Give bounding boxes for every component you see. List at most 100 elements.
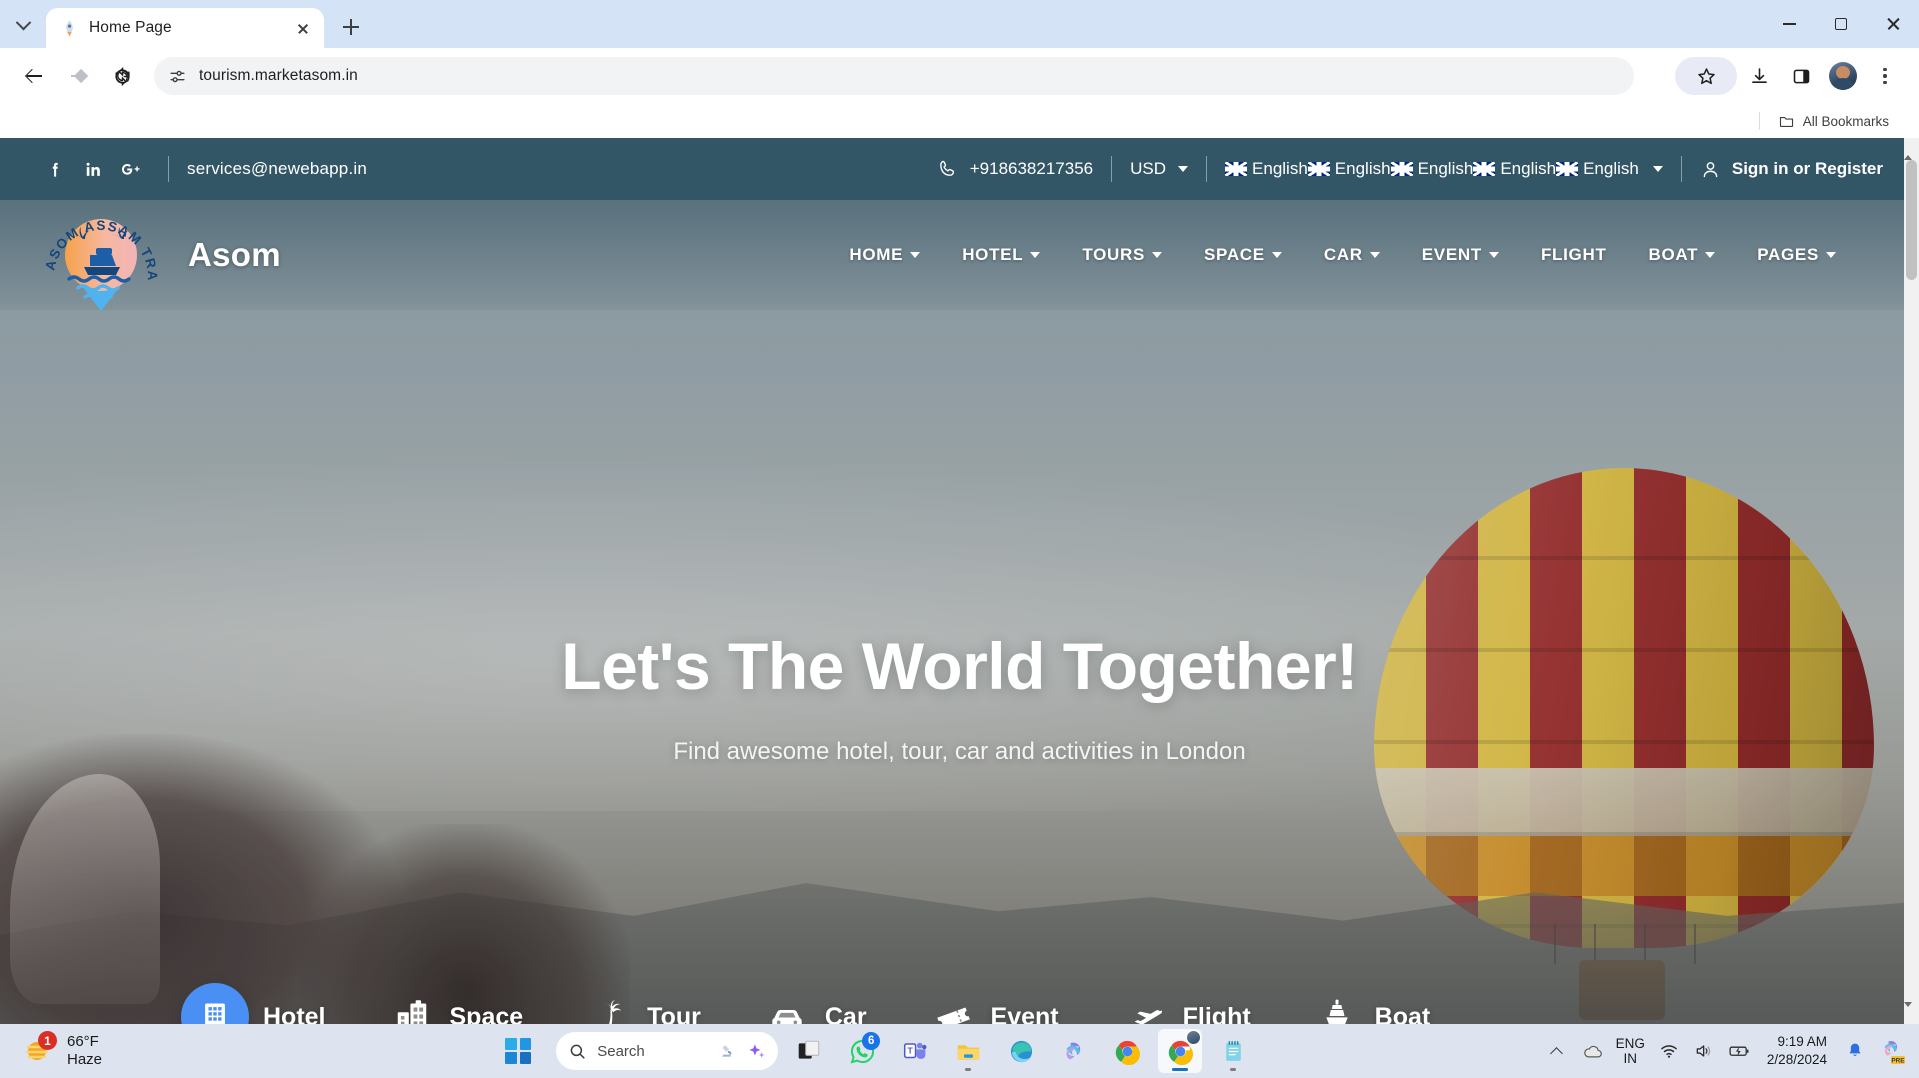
forward-button[interactable] — [58, 56, 98, 96]
reload-button[interactable] — [102, 56, 142, 96]
category-tab-space[interactable]: Space — [390, 995, 588, 1024]
avatar-icon — [1829, 62, 1857, 90]
bell-icon[interactable] — [1844, 1040, 1866, 1062]
windows-taskbar: 1 66°F Haze Search 6 T ENG IN 9:19 AM 2/… — [0, 1024, 1919, 1078]
scrollbar-thumb[interactable] — [1906, 160, 1917, 280]
palm-tree-icon — [587, 995, 631, 1024]
chevron-down-icon — [1904, 1002, 1912, 1024]
browser-tab[interactable]: Home Page — [46, 8, 324, 48]
scroll-up-button[interactable] — [1904, 138, 1919, 160]
windows-start-icon[interactable] — [505, 1038, 532, 1064]
tab-title: Home Page — [89, 19, 172, 36]
scroll-down-button[interactable] — [1904, 1002, 1919, 1024]
language-indicator[interactable]: ENG IN — [1616, 1036, 1645, 1067]
toolbar-actions — [1675, 56, 1905, 96]
taskbar-search-box[interactable]: Search — [556, 1032, 779, 1070]
page-viewport: services@newebapp.in +918638217356 USD E… — [0, 138, 1919, 1024]
taskbar-app-whatsapp[interactable]: 6 — [840, 1029, 884, 1073]
app-running-indicator — [1230, 1068, 1237, 1071]
taskbar-app-microsoft-teams[interactable]: T — [893, 1029, 937, 1073]
category-label: Hotel — [263, 1002, 326, 1025]
onedrive-icon[interactable] — [1581, 1040, 1603, 1062]
taskbar-app-microsoft-edge[interactable] — [999, 1029, 1043, 1073]
category-label: Event — [990, 1002, 1059, 1025]
close-window-button[interactable] — [1867, 0, 1919, 48]
speaker-icon[interactable] — [1693, 1040, 1715, 1062]
downloads-button[interactable] — [1739, 56, 1779, 96]
wifi-icon[interactable] — [1658, 1040, 1680, 1062]
taskbar-app-task-view[interactable] — [787, 1029, 831, 1073]
all-bookmarks-button[interactable]: All Bookmarks — [1770, 109, 1897, 134]
language-line-2: IN — [1623, 1051, 1638, 1066]
side-panel-button[interactable] — [1781, 56, 1821, 96]
minimize-button[interactable] — [1763, 0, 1815, 48]
copilot-badge-text: PRE — [1891, 1057, 1905, 1064]
category-tab-boat[interactable]: Boat — [1315, 995, 1495, 1024]
taskbar-app-google-chrome-profile[interactable] — [1158, 1029, 1203, 1073]
weather-text: 66°F Haze — [67, 1033, 102, 1070]
boat-icon — [1315, 995, 1359, 1024]
category-tab-car[interactable]: Car — [765, 995, 931, 1024]
category-label: Tour — [647, 1002, 701, 1025]
system-tray: ENG IN 9:19 AM 2/28/2024 PRE — [1546, 1033, 1919, 1068]
language-line-1: ENG — [1615, 1035, 1645, 1051]
clock-widget[interactable]: 9:19 AM 2/28/2024 — [1763, 1033, 1831, 1068]
weather-condition: Haze — [67, 1051, 103, 1068]
back-button[interactable] — [14, 56, 54, 96]
address-bar[interactable]: tourism.marketasom.in — [154, 57, 1634, 95]
bookmark-button[interactable] — [1675, 57, 1737, 95]
tab-search-button[interactable] — [6, 8, 40, 42]
browser-menu-button[interactable] — [1865, 56, 1905, 96]
tab-strip: Home Page — [0, 0, 1919, 48]
category-tab-hotel[interactable]: Hotel — [181, 983, 390, 1024]
close-icon[interactable] — [292, 17, 314, 39]
new-tab-button[interactable] — [334, 10, 368, 44]
tray-overflow-button[interactable] — [1546, 1040, 1568, 1062]
space-icon — [390, 995, 434, 1024]
category-label: Car — [824, 1002, 867, 1025]
browser-toolbar: tourism.marketasom.in — [0, 48, 1919, 104]
weather-badge: 1 — [38, 1031, 57, 1050]
taskbar-app-google-chrome[interactable] — [1105, 1029, 1149, 1073]
avatar — [1186, 1030, 1202, 1045]
ticket-icon — [931, 995, 975, 1024]
tune-icon[interactable] — [168, 67, 187, 86]
chevron-up-icon — [1550, 1046, 1564, 1060]
category-tab-tour[interactable]: Tour — [587, 995, 765, 1024]
sparkle-icon[interactable] — [747, 1042, 766, 1061]
battery-charging-icon[interactable] — [1728, 1040, 1750, 1062]
page-scrollbar[interactable] — [1904, 138, 1919, 1024]
chevron-up-icon — [1904, 138, 1912, 160]
folder-icon — [1779, 116, 1793, 127]
weather-temperature: 66°F — [67, 1032, 99, 1050]
plane-icon — [1123, 995, 1167, 1024]
whatsapp-badge: 6 — [862, 1032, 881, 1050]
url-text: tourism.marketasom.in — [199, 67, 358, 84]
weather-widget[interactable]: 1 66°F Haze — [0, 1031, 360, 1070]
maximize-button[interactable] — [1815, 0, 1867, 48]
hotel-icon — [181, 983, 249, 1024]
arrow-right-icon — [69, 67, 88, 86]
kebab-menu-icon — [1875, 66, 1895, 86]
taskbar-app-sticky-notes[interactable] — [1211, 1029, 1255, 1073]
close-icon — [1886, 17, 1900, 31]
divider — [1758, 112, 1760, 130]
chevron-down-icon — [15, 14, 31, 30]
microscope-icon[interactable] — [718, 1042, 737, 1061]
profile-button[interactable] — [1823, 56, 1863, 96]
taskbar-app-file-explorer[interactable] — [946, 1029, 990, 1073]
hero-section: Let's The World Together! Find awesome h… — [0, 138, 1919, 766]
maximize-icon — [1835, 18, 1847, 30]
taskbar-app-copilot[interactable] — [1052, 1029, 1096, 1073]
copilot-pre-icon[interactable]: PRE — [1879, 1040, 1907, 1064]
app-running-indicator — [965, 1068, 972, 1071]
all-bookmarks-label: All Bookmarks — [1802, 113, 1889, 129]
category-label: Space — [449, 1002, 524, 1025]
app-active-indicator — [1172, 1068, 1189, 1071]
category-tab-event[interactable]: Event — [931, 995, 1123, 1024]
category-tab-flight[interactable]: Flight — [1123, 995, 1315, 1024]
clock-time: 9:19 AM — [1777, 1034, 1827, 1050]
haze-icon: 1 — [22, 1031, 57, 1066]
svg-text:T: T — [908, 1045, 914, 1055]
category-tabs: Hotel Space Tour Car Event Flight Boat — [181, 983, 1494, 1024]
